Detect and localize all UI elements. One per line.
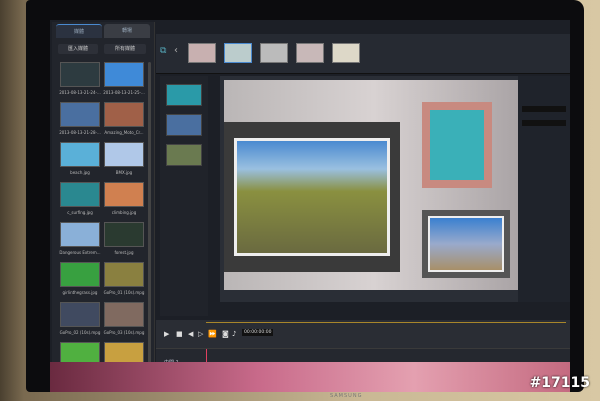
media-item[interactable]: forest.jpg [102,222,146,262]
media-item[interactable]: 2013-08-13-21-24-... [58,62,102,102]
media-name: GoPro_02 (10s).mpg [59,330,101,335]
preview-stage [224,80,524,290]
clip-thumb[interactable] [166,144,202,166]
media-panel: 媒體 轉場 匯入媒體 所有媒體 2013-08-13-21-24-... 2013… [52,22,155,392]
import-media-button[interactable]: 匯入媒體 [58,44,98,54]
add-layout-icon[interactable]: ⧉ [160,46,166,56]
media-thumbnail [60,62,100,87]
media-grid: 2013-08-13-21-24-... 2013-08-13-21-25-...… [58,62,146,382]
prev-frame-icon[interactable]: ◀ [188,330,193,338]
media-name: climbing.jpg [111,210,137,215]
fast-forward-icon[interactable]: ⏩ [208,330,217,338]
layout-toolbar: ⧉ ‹ [156,34,570,74]
main-frame [224,122,400,272]
timecode: 00:00:00:00 [242,329,274,336]
tab-transitions[interactable]: 轉場 [104,24,150,38]
layout-thumb[interactable] [332,43,360,63]
clip-thumb[interactable] [166,114,202,136]
main-video [234,138,390,256]
top-right-frame [422,102,492,188]
layout-thumb[interactable] [260,43,288,63]
media-item[interactable]: beach.jpg [58,142,102,182]
media-thumbnail [60,262,100,287]
media-thumbnail [60,222,100,247]
media-item[interactable]: 2013-08-13-21-25-... [102,62,146,102]
media-thumbnail [60,302,100,327]
monitor-brand: SAMSUNG [330,393,363,399]
next-frame-icon[interactable]: ▷ [198,330,203,338]
media-scrollbar[interactable] [148,62,151,372]
media-name: 2013-08-13-21-24-... [59,90,101,95]
media-thumbnail [60,182,100,207]
media-item[interactable]: Amazing_Moto_Cr... [102,102,146,142]
media-name: GoPro_03 (10s).mpg [103,330,145,335]
layout-thumb[interactable] [188,43,216,63]
media-item[interactable]: GoPro_03 (10s).mpg [102,302,146,342]
screen: 媒體 轉場 匯入媒體 所有媒體 2013-08-13-21-24-... 2013… [50,20,570,392]
watermark: #17115 [529,375,590,391]
media-name: BMX.jpg [115,170,133,175]
media-name: forest.jpg [114,250,134,255]
stop-icon[interactable]: ■ [176,330,183,338]
media-item[interactable]: Dangerous Extrem... [58,222,102,262]
media-item[interactable]: GoPro_01 (10s).mpg [102,262,146,302]
clip-column [160,76,208,316]
desktop-wallpaper [50,362,570,392]
media-thumbnail [104,182,144,207]
media-item[interactable]: BMX.jpg [102,142,146,182]
media-item[interactable]: 2013-08-13-21-28-... [58,102,102,142]
properties-panel [518,76,570,302]
property-field[interactable] [522,120,566,126]
media-name: girlinthegrass.jpg [62,290,98,295]
media-item[interactable]: girlinthegrass.jpg [58,262,102,302]
snapshot-icon[interactable]: ◙ [222,330,229,338]
media-thumbnail [104,262,144,287]
media-item[interactable]: GoPro_02 (10s).mpg [58,302,102,342]
preview-area [220,76,560,302]
media-name: beach.jpg [70,170,90,175]
chevron-left-icon[interactable]: ‹ [174,45,178,56]
frame-video [430,110,484,180]
media-item[interactable]: climbing.jpg [102,182,146,222]
media-name: Amazing_Moto_Cr... [104,130,144,135]
media-thumbnail [60,102,100,127]
property-field[interactable] [522,106,566,112]
layout-thumb[interactable] [224,43,252,63]
media-thumbnail [104,222,144,247]
transport-bar: ▶ ■ ◀ ▷ ⏩ ◙ ♪ 00:00:00:00 [156,320,570,348]
media-thumbnail [60,142,100,167]
frame-video [428,216,504,272]
play-icon[interactable]: ▶ [164,330,169,338]
media-name: c_surfing.jpg [67,210,93,215]
media-thumbnail [104,142,144,167]
media-thumbnail [104,302,144,327]
media-filter-select[interactable]: 所有媒體 [104,44,146,54]
media-thumbnail [104,62,144,87]
media-name: 2013-08-13-21-25-... [103,90,145,95]
media-item[interactable]: c_surfing.jpg [58,182,102,222]
timeline-ruler [206,322,566,323]
media-name: 2013-08-13-21-28-... [59,130,101,135]
bottom-right-frame [422,210,510,278]
media-name: Dangerous Extrem... [59,250,101,255]
media-thumbnail [104,102,144,127]
layout-thumb[interactable] [296,43,324,63]
volume-icon[interactable]: ♪ [232,330,236,338]
tab-media[interactable]: 媒體 [56,24,102,38]
clip-thumb[interactable] [166,84,202,106]
media-name: GoPro_01 (10s).mpg [103,290,145,295]
